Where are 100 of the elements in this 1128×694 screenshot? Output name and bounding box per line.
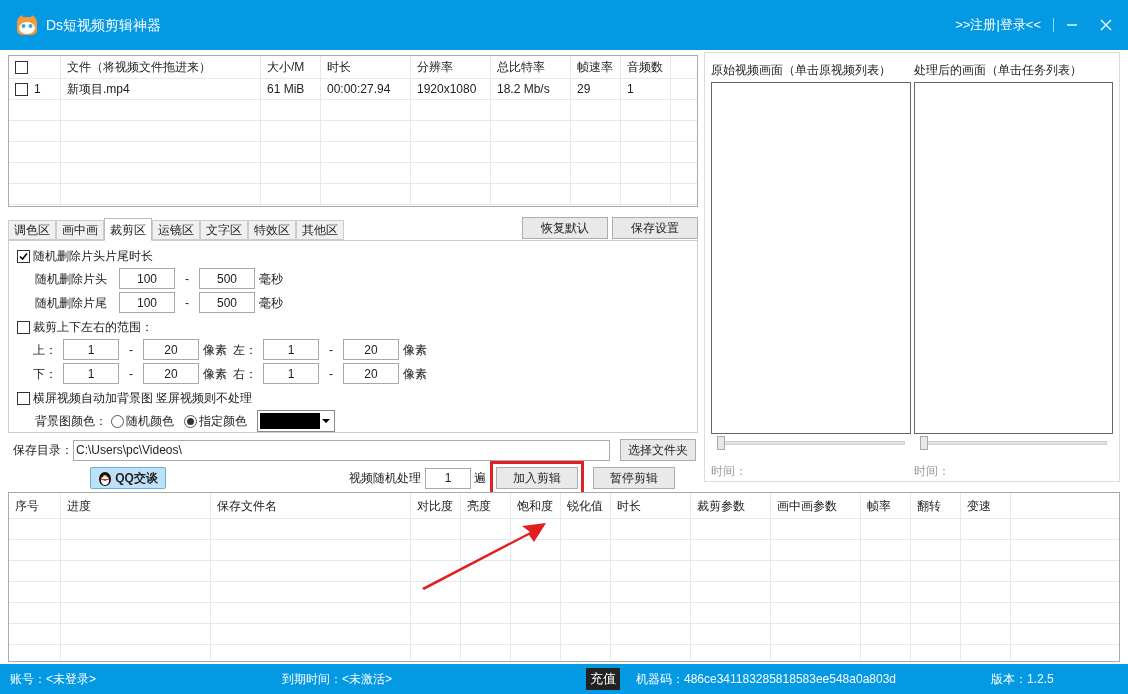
checkbox[interactable] — [15, 82, 28, 96]
slider-thumb[interactable] — [919, 436, 928, 450]
field-label: 右： — [233, 365, 258, 383]
column-header: 大小/M — [267, 59, 305, 76]
choose-folder-button[interactable]: 选择文件夹 — [620, 439, 696, 461]
field-label: 保存目录： — [13, 442, 73, 459]
option-label: 横屏视频自动加背景图 竖屏视频则不处理 — [33, 390, 253, 407]
number-field[interactable]: 20 — [143, 339, 199, 360]
field-label: 视频随机处理 — [349, 470, 421, 487]
tab[interactable]: 特效区 — [248, 220, 296, 240]
column-header: 对比度 — [417, 497, 453, 515]
settings-button[interactable]: 保存设置 — [612, 217, 698, 239]
radio-button[interactable] — [184, 414, 197, 428]
slider[interactable] — [717, 436, 905, 450]
column-header: 饱和度 — [517, 497, 553, 515]
table-cell-text: 1920x1080 — [417, 81, 477, 98]
column-header: 分辨率 — [417, 59, 453, 76]
number-field[interactable]: 1 — [63, 363, 119, 384]
field-label: 随机删除片尾 — [35, 294, 108, 312]
column-header: 进度 — [67, 497, 91, 515]
unit-label: 像素 — [403, 365, 427, 383]
tab[interactable]: 调色区 — [8, 220, 56, 240]
option-label: 裁剪上下左右的范围： — [33, 319, 153, 336]
column-header: 帧速率 — [577, 59, 613, 76]
column-header: 亮度 — [467, 497, 491, 515]
preview-title: 原始视频画面（单击原视频列表） — [711, 62, 892, 79]
row-number: 1 — [34, 81, 41, 98]
column-header: 时长 — [617, 497, 641, 515]
column-header: 帧率 — [867, 497, 891, 515]
column-header: 锐化值 — [567, 497, 603, 515]
slider[interactable] — [919, 436, 1107, 450]
unit-label: 像素 — [403, 341, 427, 359]
field-label: 左： — [233, 341, 258, 359]
tab[interactable]: 文字区 — [200, 220, 248, 240]
column-header: 裁剪参数 — [697, 497, 745, 515]
column-header: 画中画参数 — [777, 497, 837, 515]
option-label: 随机删除片头片尾时长 — [33, 248, 153, 265]
close-icon[interactable] — [1100, 19, 1112, 31]
checkbox[interactable] — [17, 391, 30, 405]
number-field[interactable]: 20 — [143, 363, 199, 384]
number-field[interactable]: 1 — [263, 363, 319, 384]
table-cell-text: 00:00:27.94 — [327, 81, 391, 98]
unit-label: 遍 — [474, 470, 486, 487]
account-status: 账号：<未登录> — [10, 671, 97, 688]
radio-button[interactable] — [111, 414, 124, 428]
window-title: Ds短视频剪辑神器 — [46, 15, 162, 35]
field-label: 上： — [33, 341, 58, 359]
column-header: 保存文件名 — [217, 497, 277, 515]
column-header: 时长 — [327, 59, 351, 76]
number-field[interactable]: 500 — [199, 292, 255, 313]
dash: - — [128, 365, 134, 383]
dash: - — [184, 270, 190, 288]
app-logo-icon — [16, 14, 38, 36]
dash: - — [328, 341, 334, 359]
expiry-status: 到期时间：<未激活> — [282, 671, 393, 688]
field-label: 下： — [33, 365, 58, 383]
qq-chat-button[interactable]: QQ交谈 — [90, 467, 166, 489]
action-button[interactable]: 暂停剪辑 — [593, 467, 675, 489]
unit-label: 毫秒 — [259, 294, 283, 312]
column-header: 文件（将视频文件拖进来） — [67, 59, 211, 76]
number-field[interactable]: 1 — [63, 339, 119, 360]
field-label: 背景图颜色： — [35, 413, 107, 430]
recharge-button[interactable]: 充值 — [586, 668, 620, 690]
time-label: 时间： — [711, 463, 748, 480]
number-field[interactable]: 100 — [119, 268, 175, 289]
number-field[interactable]: 1 — [263, 339, 319, 360]
column-header: 翻转 — [917, 497, 941, 515]
number-field[interactable]: 20 — [343, 339, 399, 360]
tab[interactable]: 裁剪区 — [104, 218, 152, 241]
tab[interactable]: 其他区 — [296, 220, 344, 240]
column-header: 序号 — [15, 497, 39, 515]
option-label: 指定颜色 — [199, 413, 247, 430]
time-label: 时间： — [913, 463, 951, 480]
tab[interactable]: 运镜区 — [152, 220, 200, 240]
path-field[interactable]: C:\Users\pc\Videos\ — [73, 439, 610, 461]
caret-icon — [320, 417, 332, 425]
version-label: 版本：1.2.5 — [991, 671, 1054, 688]
preview-title: 处理后的画面（单击任务列表） — [913, 62, 1083, 79]
slider-thumb[interactable] — [717, 436, 725, 450]
number-field[interactable]: 1 — [425, 467, 471, 489]
checkbox[interactable] — [17, 249, 30, 263]
tab[interactable]: 画中画 — [56, 220, 104, 240]
unit-label: 像素 — [203, 341, 227, 359]
table-cell-text: 1 — [627, 81, 634, 98]
number-field[interactable]: 100 — [119, 292, 175, 313]
number-field[interactable]: 500 — [199, 268, 255, 289]
penguin-icon — [98, 470, 113, 486]
checkbox[interactable] — [17, 320, 30, 334]
checkbox[interactable] — [15, 60, 28, 74]
color-dropdown[interactable] — [257, 410, 335, 432]
field-label: 随机删除片头 — [35, 270, 108, 288]
number-field[interactable]: 20 — [343, 363, 399, 384]
unit-label: 像素 — [203, 365, 227, 383]
dash: - — [128, 341, 134, 359]
action-button[interactable]: 加入剪辑 — [496, 467, 578, 489]
machine-code: 机器码：486ce341183285818583ee548a0a803d — [636, 671, 897, 688]
option-label: 随机颜色 — [126, 413, 174, 430]
table-cell-text: 61 MiB — [267, 81, 305, 98]
settings-button[interactable]: 恢复默认 — [522, 217, 608, 239]
dash: - — [184, 294, 190, 312]
